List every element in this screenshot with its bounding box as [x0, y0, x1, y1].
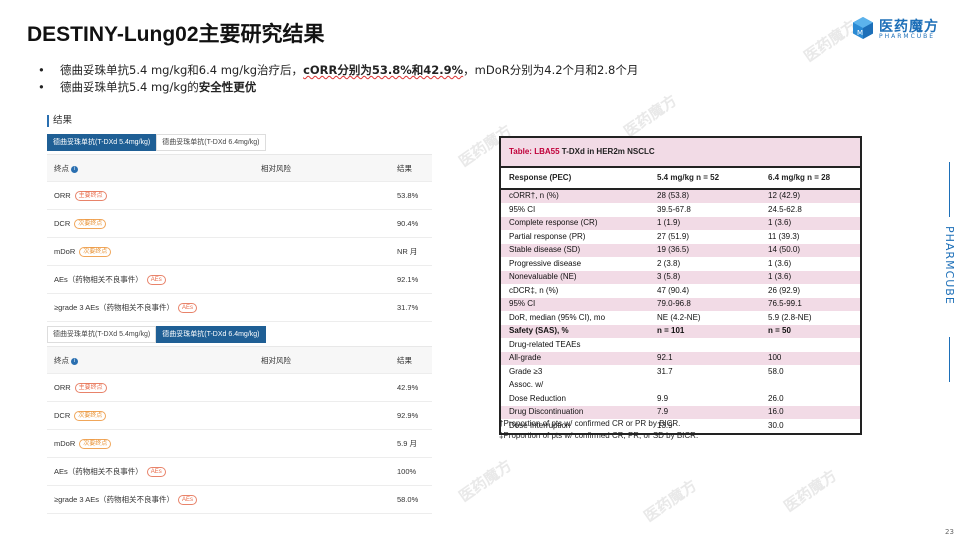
table-header-row: 终点 i 相对风险 结果: [47, 347, 432, 374]
table-row: Drug-related TEAEs: [501, 339, 860, 352]
svg-text:M: M: [857, 29, 863, 37]
table-caption: Table: LBA55 T-DXd in HER2m NSCLC: [501, 138, 860, 168]
bullet-list: • 德曲妥珠单抗5.4 mg/kg和6.4 mg/kg治疗后， cORR分别为5…: [38, 62, 638, 96]
table-row: AEs（药物相关不良事件） AEs 100%: [47, 458, 432, 486]
table-row: All-grade 92.1 100: [501, 352, 860, 366]
lba55-table: Table: LBA55 T-DXd in HER2m NSCLC Respon…: [499, 136, 862, 435]
watermark: 医药魔方: [455, 456, 516, 506]
table-row: Partial response (PR) 27 (51.9) 11 (39.3): [501, 231, 860, 244]
table-row: DCR 次要终点 90.4%: [47, 210, 432, 238]
endpoint-tag: AEs: [177, 303, 197, 314]
info-icon: i: [71, 357, 78, 365]
endpoint-tag: AEs: [177, 495, 197, 506]
watermark: 医药魔方: [780, 466, 841, 516]
tabs-table2: 德曲妥珠单抗(T-DXd 5.4mg/kg) 德曲妥珠单抗(T-DXd 6.4m…: [47, 326, 432, 343]
table-row: Progressive disease 2 (3.8) 1 (3.6): [501, 258, 860, 271]
tabs-table1: 德曲妥珠单抗(T-DXd 5.4mg/kg) 德曲妥珠单抗(T-DXd 6.4m…: [47, 134, 432, 151]
table-row: ≥grade 3 AEs（药物相关不良事件） AEs 58.0%: [47, 486, 432, 514]
tab-6-4mg[interactable]: 德曲妥珠单抗(T-DXd 6.4mg/kg): [156, 134, 266, 151]
table-header-row: 终点 i 相对风险 结果: [47, 155, 432, 182]
table-row: cORR†, n (%) 28 (53.8) 12 (42.9): [501, 190, 860, 204]
side-decoration: PHARMCUBE: [936, 162, 965, 382]
results-panel: 结果 德曲妥珠单抗(T-DXd 5.4mg/kg) 德曲妥珠单抗(T-DXd 6…: [47, 115, 432, 514]
table-row: Stable disease (SD) 19 (36.5) 14 (50.0): [501, 244, 860, 258]
table-row: AEs（药物相关不良事件） AEs 92.1%: [47, 266, 432, 294]
logo-en: PHARMCUBE: [879, 33, 936, 40]
page-title: DESTINY-Lung02主要研究结果: [27, 23, 325, 46]
results-table-6-4: 终点 i 相对风险 结果 ORR 主要终点 42.9% DCR 次要终点 92.9% mDoR 次要终…: [47, 346, 432, 514]
table-row: mDoR 次要终点 NR 月: [47, 238, 432, 266]
table-row: DoR, median (95% CI), mo NE (4.2-NE) 5.9 (…: [501, 312, 860, 325]
table-row: DCR 次要终点 92.9%: [47, 402, 432, 430]
cube-logo-icon: M: [853, 17, 873, 39]
endpoint-tag: 次要终点: [79, 439, 112, 450]
endpoint-tag: 次要终点: [79, 247, 112, 258]
table-row: cDCR‡, n (%) 47 (90.4) 26 (92.9): [501, 285, 860, 298]
bullet-item: • 德曲妥珠单抗5.4 mg/kg和6.4 mg/kg治疗后， cORR分别为5…: [38, 63, 639, 77]
endpoint-tag: 主要终点: [74, 191, 107, 202]
info-icon: i: [71, 165, 78, 173]
section-label: 结果: [47, 115, 432, 127]
bullet-item: • 德曲妥珠单抗5.4 mg/kg的 安全性更优: [38, 80, 257, 94]
side-text: PHARMCUBE: [943, 226, 956, 305]
tab-6-4mg[interactable]: 德曲妥珠单抗(T-DXd 6.4mg/kg): [156, 326, 266, 343]
table-row: Grade ≥3 31.7 58.0: [501, 366, 860, 379]
footnotes: †Proportion of pts w/ confirmed CR or PR…: [499, 419, 699, 440]
table-body: cORR†, n (%) 28 (53.8) 12 (42.9) 95% CI 39.5…: [501, 190, 860, 433]
table-row: Assoc. w/: [501, 379, 860, 393]
table-row: ORR 主要终点 42.9%: [47, 374, 432, 402]
table-row: Complete response (CR) 1 (1.9) 1 (3.6): [501, 217, 860, 231]
table-row: 95% CI 79.0-96.8 76.5-99.1: [501, 298, 860, 312]
tab-5-4mg[interactable]: 德曲妥珠单抗(T-DXd 5.4mg/kg): [47, 134, 157, 151]
table-row: 95% CI 39.5-67.8 24.5-62.8: [501, 204, 860, 217]
table-row: Dose Reduction 9.9 26.0: [501, 393, 860, 406]
endpoint-tag: AEs: [146, 467, 166, 478]
logo: M 医药魔方 PHARMCUBE: [851, 16, 941, 42]
table-row: Safety (SAS), % n = 101 n = 50: [501, 325, 860, 339]
watermark: 医药魔方: [640, 476, 701, 526]
endpoint-tag: 次要终点: [74, 219, 107, 230]
table-header: Response (PEC) 5.4 mg/kg n = 52 6.4 mg/k…: [501, 168, 860, 190]
endpoint-tag: 次要终点: [74, 411, 107, 422]
table-row: Nonevaluable (NE) 3 (5.8) 1 (3.6): [501, 271, 860, 285]
tab-5-4mg[interactable]: 德曲妥珠单抗(T-DXd 5.4mg/kg): [47, 326, 157, 343]
table-row: mDoR 次要终点 5.9 月: [47, 430, 432, 458]
watermark: 医药魔方: [620, 91, 681, 141]
table-row: ≥grade 3 AEs（药物相关不良事件） AEs 31.7%: [47, 294, 432, 322]
endpoint-tag: AEs: [146, 275, 166, 286]
page-number: 23: [945, 528, 954, 536]
endpoint-tag: 主要终点: [74, 383, 107, 394]
results-table-5-4: 终点 i 相对风险 结果 ORR 主要终点 53.8% DCR 次要终点 90.4% mDoR 次要终…: [47, 154, 432, 322]
table-row: ORR 主要终点 53.8%: [47, 182, 432, 210]
